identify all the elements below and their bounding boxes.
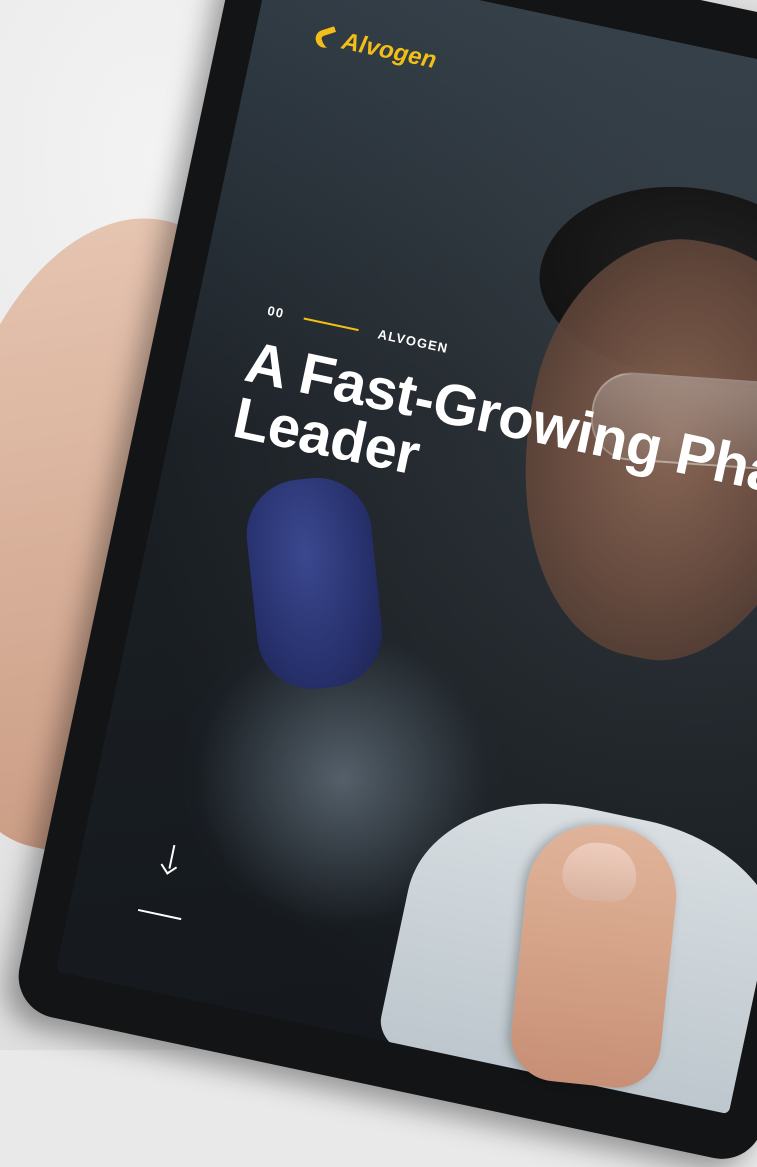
scroll-underline: [137, 908, 182, 921]
alvogen-logo-icon: [313, 26, 340, 51]
scroll-down-button[interactable]: [137, 841, 196, 921]
hero-kicker: ALVOGEN: [376, 326, 450, 356]
alvogen-logo[interactable]: Alvogen: [313, 22, 439, 75]
hero-index: 00: [266, 302, 286, 322]
arrow-down-icon: [160, 843, 182, 876]
thumbnail: [559, 839, 640, 905]
hero-accent-line: [303, 316, 359, 331]
logo-text: Alvogen: [339, 27, 440, 75]
